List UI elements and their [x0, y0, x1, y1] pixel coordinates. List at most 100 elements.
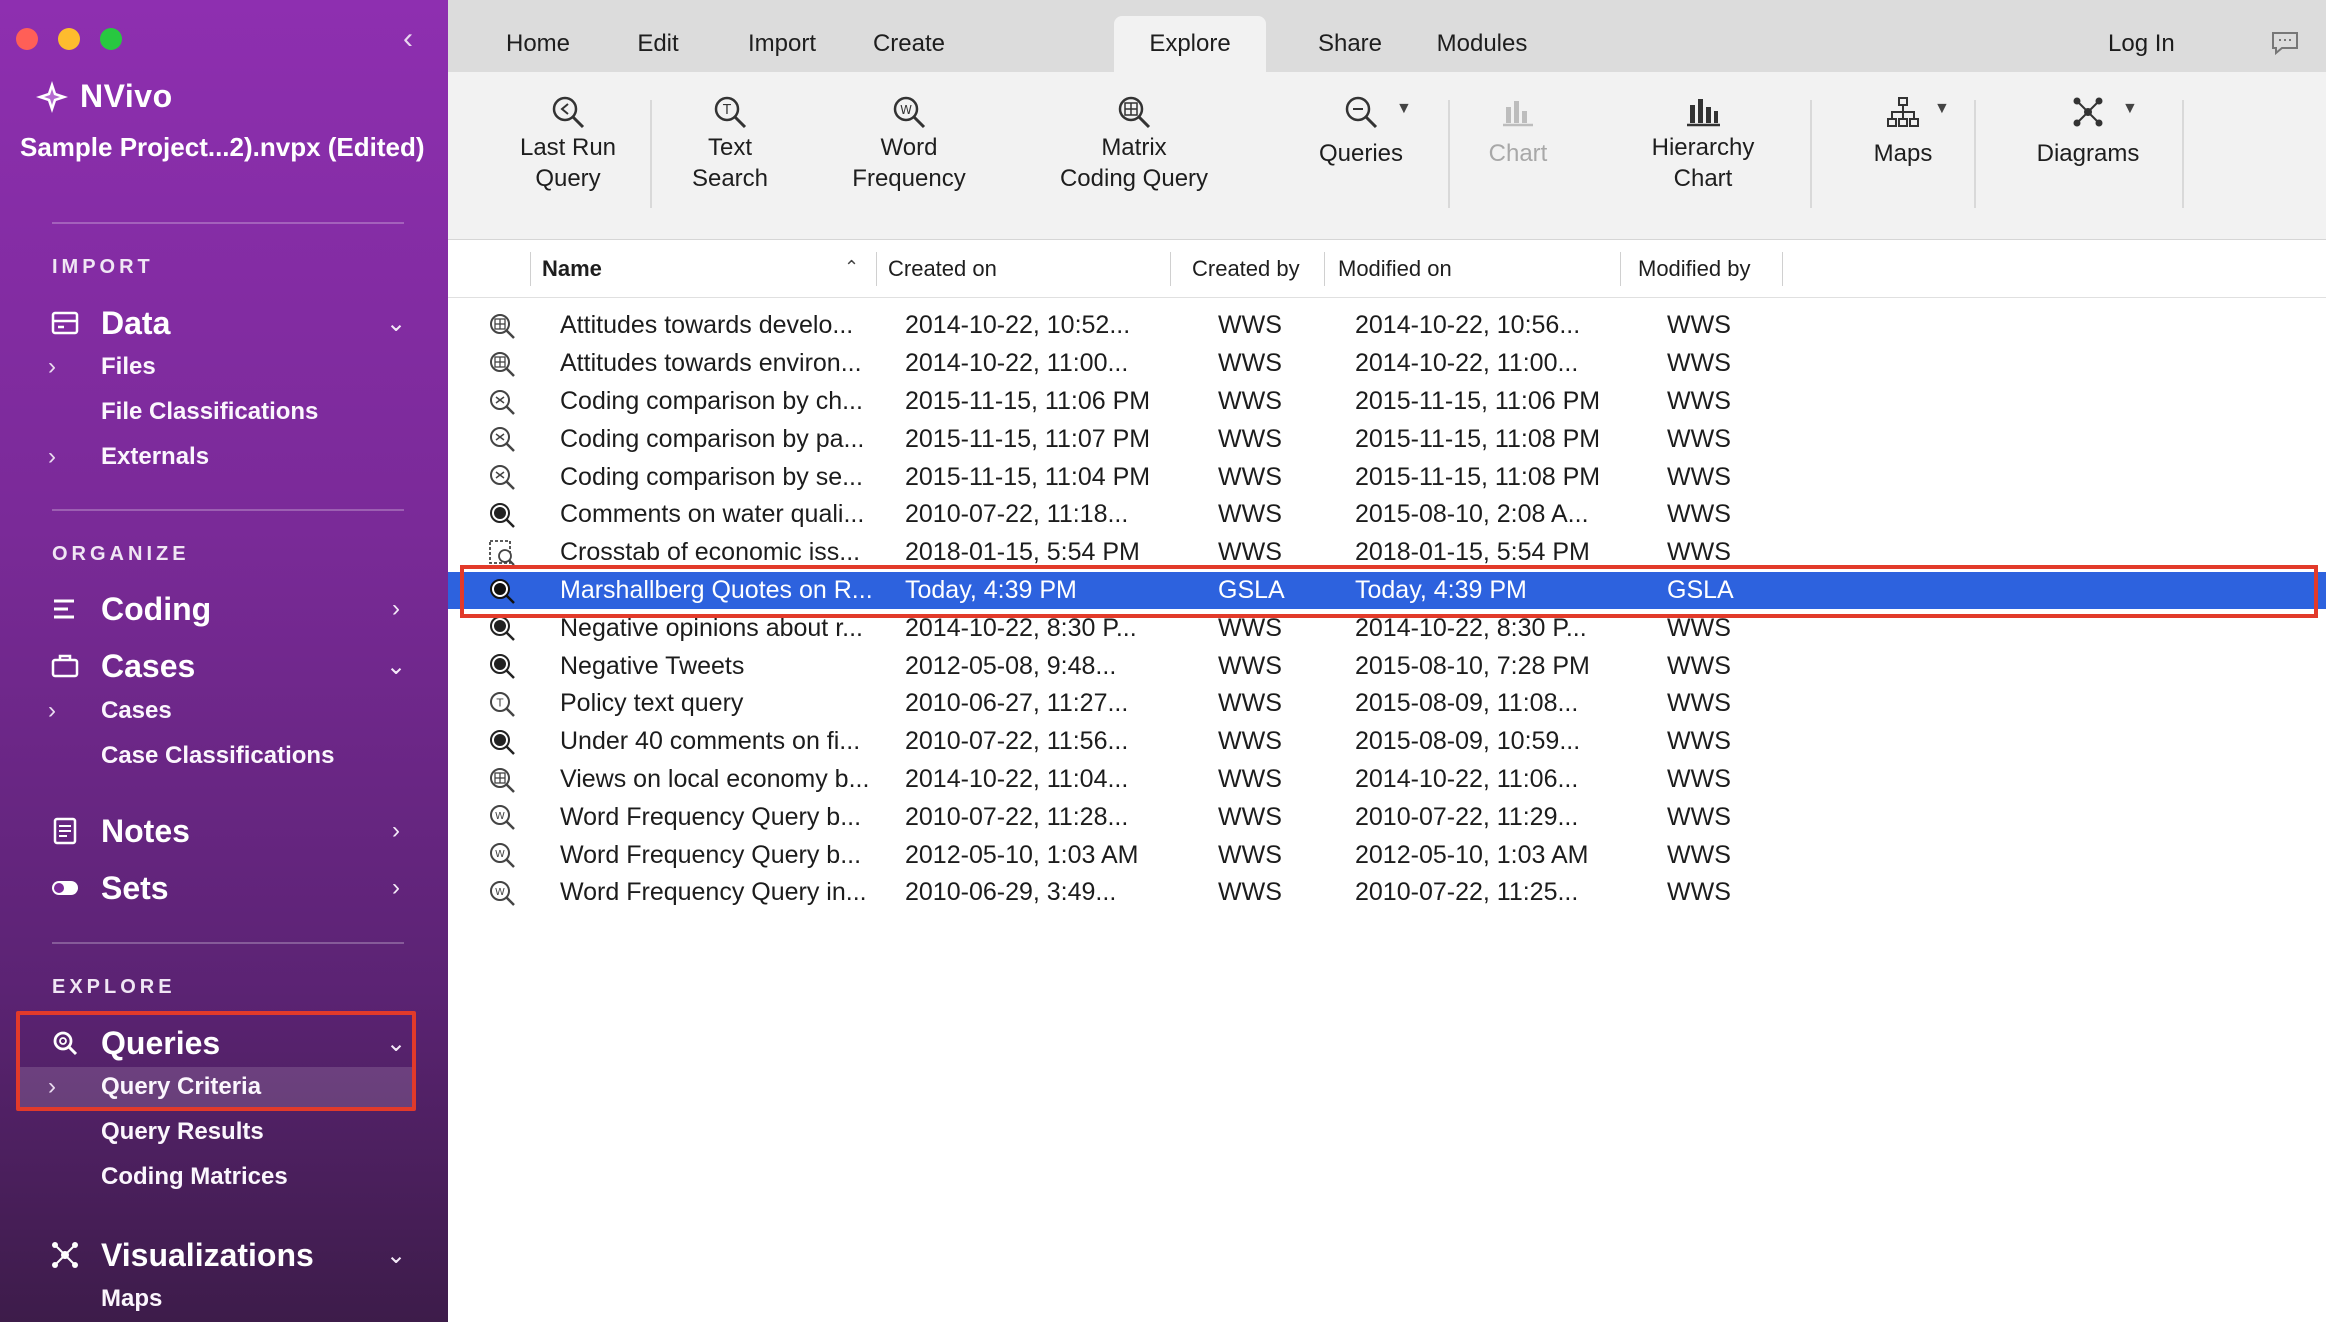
queries-menu-button[interactable]: ▼ Queries [1306, 92, 1416, 169]
chevron-right-icon[interactable]: › [384, 874, 408, 902]
sidebar-item-externals[interactable]: › Externals [0, 437, 448, 477]
sidebar-item-file-classifications[interactable]: File Classifications [0, 392, 448, 432]
table-header: Name ⌃ Created on Created by Modified on… [448, 240, 2326, 298]
column-header-created-by[interactable]: Created by [1192, 240, 1300, 298]
cell-created-on: 2010-06-27, 11:27... [905, 689, 1129, 718]
hierarchy-chart-button[interactable]: Hierarchy Chart [1628, 92, 1778, 194]
chevron-down-icon[interactable]: ▼ [2122, 100, 2138, 118]
minimize-window-button[interactable] [58, 28, 80, 50]
column-header-name[interactable]: Name [542, 240, 602, 298]
cell-name: Views on local economy b... [560, 764, 870, 793]
svg-text:W: W [495, 811, 505, 822]
diagrams-menu-button[interactable]: ▼ Diagrams [2008, 92, 2168, 169]
comparison-query-icon [487, 462, 517, 492]
maps-menu-button[interactable]: ▼ Maps [1848, 92, 1958, 169]
tab-create[interactable]: Create [844, 16, 974, 72]
cell-created-on: 2010-06-29, 3:49... [905, 878, 1117, 907]
table-row[interactable]: Comments on water quali... 2010-07-22, 11… [448, 496, 2326, 534]
matrix-coding-query-icon [1114, 92, 1154, 132]
main-panel: Home Edit Import Create Explore Share Mo… [448, 0, 2326, 1322]
table-row[interactable]: Coding comparison by pa... 2015-11-15, 11… [448, 420, 2326, 458]
chevron-right-icon[interactable]: › [48, 443, 56, 471]
sort-ascending-icon[interactable]: ⌃ [844, 257, 859, 278]
login-button[interactable]: Log In [2108, 16, 2175, 72]
tool-label: Chart [1488, 140, 1548, 167]
sidebar-item-coding-matrices[interactable]: Coding Matrices [0, 1157, 448, 1197]
table-row[interactable]: Coding comparison by se... 2015-11-15, 11… [448, 458, 2326, 496]
chevron-right-icon[interactable]: › [48, 353, 56, 381]
sidebar-item-cases-list[interactable]: › Cases [0, 691, 448, 731]
cell-created-by: WWS [1218, 878, 1282, 907]
chevron-down-icon[interactable]: ⌄ [384, 652, 408, 681]
table-row[interactable]: Views on local economy b... 2014-10-22, 1… [448, 761, 2326, 799]
sidebar-item-case-classifications[interactable]: Case Classifications [0, 736, 448, 776]
sidebar-item-coding[interactable]: Coding › [0, 584, 448, 634]
chat-icon[interactable] [2270, 30, 2300, 56]
column-header-created-on[interactable]: Created on [888, 240, 997, 298]
table-row[interactable]: T Policy text query 2010-06-27, 11:27... WW… [448, 685, 2326, 723]
sidebar-item-sets[interactable]: Sets › [0, 863, 448, 913]
sidebar-item-cases[interactable]: Cases ⌄ [0, 641, 448, 691]
table-row[interactable]: Coding comparison by ch... 2015-11-15, 11… [448, 383, 2326, 421]
sidebar-item-label: Coding [101, 590, 212, 627]
table-row[interactable]: W Word Frequency Query in... 2010-06-29, 3… [448, 874, 2326, 912]
cell-modified-on: 2010-07-22, 11:29... [1355, 802, 1579, 831]
chevron-right-icon[interactable]: › [384, 595, 408, 623]
zoom-window-button[interactable] [100, 28, 122, 50]
divider [530, 252, 531, 286]
table-row[interactable]: Under 40 comments on fi... 2010-07-22, 11… [448, 723, 2326, 761]
cell-created-by: WWS [1218, 727, 1282, 756]
text-search-button[interactable]: T Text Search [670, 92, 790, 194]
cell-created-by: WWS [1218, 424, 1282, 453]
close-window-button[interactable] [16, 28, 38, 50]
last-run-query-button[interactable]: Last Run Query [498, 92, 638, 194]
notes-icon [50, 816, 80, 846]
column-header-modified-on[interactable]: Modified on [1338, 240, 1452, 298]
tab-home[interactable]: Home [478, 16, 598, 72]
cell-name: Word Frequency Query b... [560, 840, 862, 869]
sidebar-item-visualizations[interactable]: Visualizations ⌄ [0, 1230, 448, 1280]
svg-text:W: W [495, 849, 505, 860]
word-frequency-button[interactable]: W Word Frequency [844, 92, 974, 194]
sidebar-item-label: Cases [101, 697, 172, 724]
tab-modules[interactable]: Modules [1412, 16, 1552, 72]
table-row[interactable]: W Word Frequency Query b... 2010-07-22, 11… [448, 798, 2326, 836]
app-name: NVivo [80, 78, 173, 114]
section-title-import: IMPORT [52, 256, 154, 278]
divider [2182, 100, 2184, 208]
tab-share[interactable]: Share [1288, 16, 1412, 72]
chevron-down-icon[interactable]: ⌄ [384, 1241, 408, 1270]
sidebar-item-data[interactable]: Data ⌄ [0, 298, 448, 348]
bar-chart-icon [1498, 92, 1538, 132]
tab-explore[interactable]: Explore [1114, 16, 1266, 72]
sidebar-item-query-results[interactable]: Query Results [0, 1112, 448, 1152]
chart-button[interactable]: Chart [1458, 92, 1578, 169]
cell-name: Word Frequency Query b... [560, 802, 862, 831]
table-row[interactable]: Attitudes towards environ... 2014-10-22, … [448, 345, 2326, 383]
chevron-down-icon[interactable]: ⌄ [384, 309, 408, 338]
coding-query-icon [487, 500, 517, 530]
sidebar-item-files[interactable]: › Files [0, 347, 448, 387]
sidebar-item-maps[interactable]: Maps [0, 1279, 448, 1319]
tab-import[interactable]: Import [720, 16, 844, 72]
collapse-sidebar-icon[interactable]: ‹ [398, 22, 418, 56]
divider [1782, 252, 1783, 286]
chevron-down-icon[interactable]: ▼ [1396, 100, 1412, 118]
table-row[interactable]: Negative Tweets 2012-05-08, 9:48... WWS 201… [448, 647, 2326, 685]
chevron-right-icon[interactable]: › [48, 697, 56, 725]
table-row[interactable]: Attitudes towards develo... 2014-10-22, 1… [448, 307, 2326, 345]
tool-label: Hierarchy Chart [1651, 134, 1755, 192]
sidebar-item-label: Case Classifications [101, 742, 335, 769]
comparison-query-icon [487, 387, 517, 417]
sets-toggle-icon [50, 873, 80, 903]
matrix-coding-query-button[interactable]: Matrix Coding Query [1044, 92, 1224, 194]
cell-name: Coding comparison by pa... [560, 424, 865, 453]
chevron-right-icon[interactable]: › [384, 817, 408, 845]
sidebar-item-notes[interactable]: Notes › [0, 806, 448, 856]
column-header-modified-by[interactable]: Modified by [1638, 240, 1751, 298]
table-row[interactable]: W Word Frequency Query b... 2012-05-10, 1:… [448, 836, 2326, 874]
tab-edit[interactable]: Edit [598, 16, 718, 72]
chevron-down-icon[interactable]: ▼ [1934, 100, 1950, 118]
divider [52, 222, 404, 224]
cell-modified-on: 2014-10-22, 11:06... [1355, 764, 1579, 793]
